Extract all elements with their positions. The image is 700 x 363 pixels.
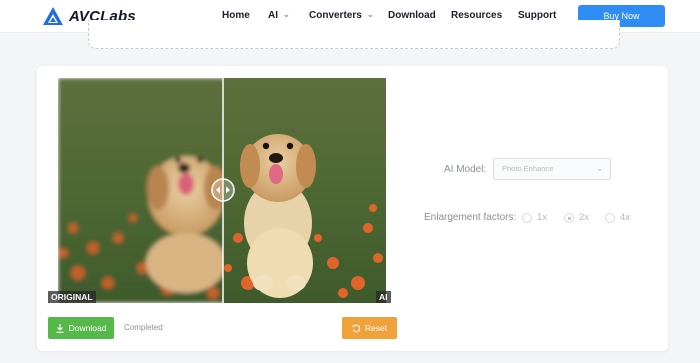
dog-photo-compare [58,78,386,303]
download-button[interactable]: Download [48,317,114,339]
avclabs-logo-icon [43,7,63,25]
chevron-down-icon: ⌄ [366,10,374,19]
ai-tag: AI [376,291,391,303]
reset-icon [352,324,361,332]
ai-model-select[interactable]: Photo Enhance ⌄ [493,158,611,180]
ai-model-value: Photo Enhance [502,164,554,173]
factor-1x-radio[interactable] [522,213,532,223]
factor-2x-label: 2x [579,212,590,223]
factor-4x-radio[interactable] [605,213,615,223]
enlargement-label: Enlargement factors: [424,212,517,223]
chevron-down-icon: ⌄ [283,10,290,19]
factor-4x-label: 4x [620,212,631,223]
reset-button[interactable]: Reset [342,317,397,339]
upload-drop-zone[interactable] [88,20,620,49]
factor-2x-radio[interactable] [564,213,574,223]
status-text: Completed [124,323,163,332]
factor-1x-label: 1x [537,212,548,223]
compare-handle-icon[interactable] [211,178,235,202]
before-after-compare[interactable] [58,78,386,303]
original-tag: ORIGINAL [48,291,96,303]
chevron-down-icon: ⌄ [596,164,603,173]
download-label: Download [68,323,107,333]
ai-model-label: AI Model: [444,164,487,175]
reset-label: Reset [364,323,388,333]
download-icon [56,323,64,333]
